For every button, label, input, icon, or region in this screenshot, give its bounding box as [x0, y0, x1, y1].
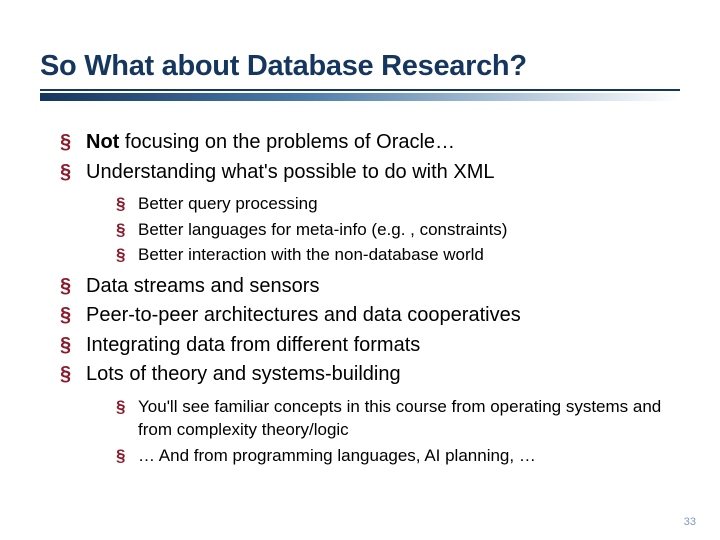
bullet-text: Data streams and sensors [86, 275, 319, 297]
list-item: … And from programming languages, AI pla… [116, 444, 680, 467]
list-item: Better query processing [116, 192, 680, 215]
bullet-text: Understanding what's possible to do with… [86, 161, 495, 183]
bullet-text: … And from programming languages, AI pla… [138, 446, 536, 465]
rule-gradient [40, 93, 680, 101]
bullet-list-level2: Better query processing Better languages… [86, 192, 680, 266]
bullet-list-level2: You'll see familiar concepts in this cou… [86, 395, 680, 467]
title-underline [40, 89, 680, 101]
bullet-bold-text: Not [86, 131, 119, 153]
bullet-text: Lots of theory and systems-building [86, 363, 401, 385]
bullet-text: Better query processing [138, 194, 318, 213]
bullet-list-level1: Not focusing on the problems of Oracle… … [40, 129, 680, 467]
list-item: Not focusing on the problems of Oracle… [60, 129, 680, 157]
slide-title: So What about Database Research? [40, 50, 680, 83]
list-item: Understanding what's possible to do with… [60, 159, 680, 267]
page-number: 33 [684, 516, 696, 528]
list-item: Integrating data from different formats [60, 332, 680, 360]
bullet-text: focusing on the problems of Oracle… [119, 131, 455, 153]
list-item: Lots of theory and systems-building You'… [60, 361, 680, 467]
list-item: Data streams and sensors [60, 273, 680, 301]
bullet-text: Integrating data from different formats [86, 334, 420, 356]
bullet-text: Better languages for meta-info (e.g. , c… [138, 220, 507, 239]
list-item: You'll see familiar concepts in this cou… [116, 395, 680, 442]
bullet-text: Better interaction with the non-database… [138, 245, 484, 264]
list-item: Better interaction with the non-database… [116, 243, 680, 266]
list-item: Better languages for meta-info (e.g. , c… [116, 218, 680, 241]
bullet-text: Peer-to-peer architectures and data coop… [86, 304, 521, 326]
rule-thin [40, 89, 680, 91]
bullet-text: You'll see familiar concepts in this cou… [138, 397, 661, 439]
list-item: Peer-to-peer architectures and data coop… [60, 302, 680, 330]
